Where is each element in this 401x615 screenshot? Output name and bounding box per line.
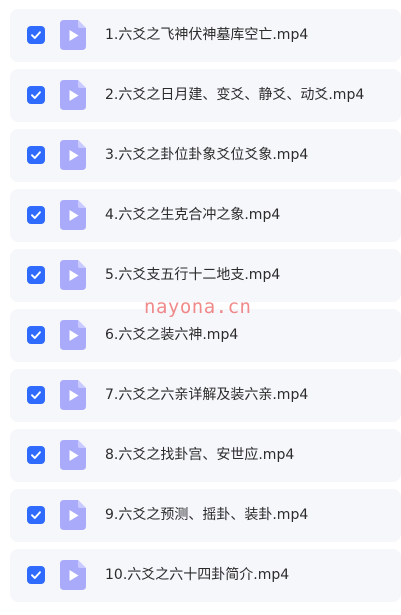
file-name: 8.六爻之找卦宫、安世应.mp4 — [105, 447, 295, 463]
file-row[interactable]: 7.六爻之六亲详解及装六亲.mp4 — [10, 369, 401, 422]
checkmark-icon — [31, 571, 41, 579]
file-row[interactable]: 2.六爻之日月建、变爻、静爻、动爻.mp4 — [10, 69, 401, 122]
video-file-icon — [60, 140, 86, 170]
file-row[interactable]: 8.六爻之找卦宫、安世应.mp4 — [10, 429, 401, 482]
file-row[interactable]: 9.六爻之预测、摇卦、装卦.mp4 — [10, 489, 401, 542]
video-file-icon — [60, 320, 86, 350]
checkbox-checked[interactable] — [27, 26, 45, 44]
video-file-icon — [60, 20, 86, 50]
file-name: 7.六爻之六亲详解及装六亲.mp4 — [105, 387, 309, 403]
file-row[interactable]: 3.六爻之卦位卦象爻位爻象.mp4 — [10, 129, 401, 182]
checkmark-icon — [31, 31, 41, 39]
checkmark-icon — [31, 331, 41, 339]
checkmark-icon — [31, 91, 41, 99]
file-name: 4.六爻之生克合冲之象.mp4 — [105, 207, 281, 223]
checkmark-icon — [31, 151, 41, 159]
checkbox-checked[interactable] — [27, 86, 45, 104]
checkbox-checked[interactable] — [27, 326, 45, 344]
checkmark-icon — [31, 211, 41, 219]
video-file-icon — [60, 200, 86, 230]
file-row[interactable]: 1.六爻之飞神伏神墓库空亡.mp4 — [10, 9, 401, 62]
checkbox-checked[interactable] — [27, 506, 45, 524]
checkmark-icon — [31, 511, 41, 519]
file-row[interactable]: 10.六爻之六十四卦简介.mp4 — [10, 549, 401, 602]
video-file-icon — [60, 260, 86, 290]
video-file-icon — [60, 560, 86, 590]
file-name: 1.六爻之飞神伏神墓库空亡.mp4 — [105, 27, 309, 43]
file-name: 10.六爻之六十四卦简介.mp4 — [105, 567, 290, 583]
video-file-icon — [60, 80, 86, 110]
file-name: 5.六爻支五行十二地支.mp4 — [105, 267, 281, 283]
file-name: 3.六爻之卦位卦象爻位爻象.mp4 — [105, 147, 309, 163]
file-row[interactable]: 5.六爻支五行十二地支.mp4 — [10, 249, 401, 302]
checkbox-checked[interactable] — [27, 566, 45, 584]
checkmark-icon — [31, 271, 41, 279]
checkbox-checked[interactable] — [27, 146, 45, 164]
file-name: 2.六爻之日月建、变爻、静爻、动爻.mp4 — [105, 87, 365, 103]
video-file-icon — [60, 500, 86, 530]
file-name: 9.六爻之预测、摇卦、装卦.mp4 — [105, 507, 309, 523]
checkmark-icon — [31, 391, 41, 399]
file-row[interactable]: 4.六爻之生克合冲之象.mp4 — [10, 189, 401, 242]
watermark: nayona.cn — [144, 296, 252, 318]
checkbox-checked[interactable] — [27, 206, 45, 224]
video-file-icon — [60, 440, 86, 470]
checkbox-checked[interactable] — [27, 446, 45, 464]
video-file-icon — [60, 380, 86, 410]
checkbox-checked[interactable] — [27, 266, 45, 284]
checkbox-checked[interactable] — [27, 386, 45, 404]
checkmark-icon — [31, 451, 41, 459]
